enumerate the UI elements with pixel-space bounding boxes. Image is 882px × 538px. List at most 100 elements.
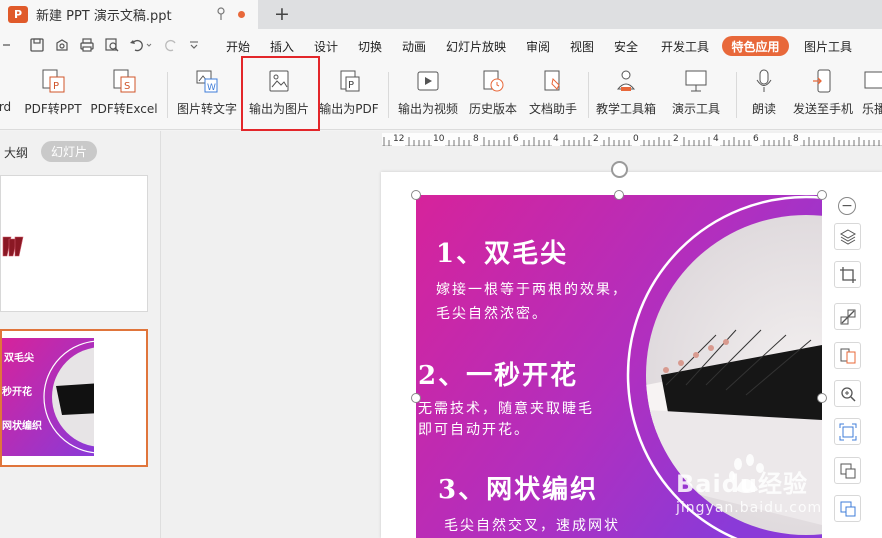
wps-presentation-app: P 新建 PPT 演示文稿.ppt + 开始 插入 设计 切换 动画 幻灯片放映… [0, 0, 882, 538]
resize-handle-left[interactable] [411, 393, 421, 403]
slide-thumbnail-2[interactable]: 双毛尖 秒开花 网状编织 [0, 329, 148, 467]
tab-bar: P 新建 PPT 演示文稿.ppt + [0, 0, 882, 29]
ribbon-partial-label: rd [0, 100, 12, 114]
slide-heading-1[interactable]: 1、双毛尖 [436, 233, 568, 270]
watermark-brand: Baidu经验 [676, 470, 808, 498]
resize-handle-top[interactable] [614, 190, 624, 200]
slide-body-2b[interactable]: 即可自动开花。 [418, 419, 530, 439]
thumb2-line1: 双毛尖 [4, 353, 34, 364]
export-image-highlight-box [241, 56, 320, 131]
cast-icon [862, 66, 882, 96]
pdf-to-excel-button[interactable]: S PDF转Excel [90, 66, 158, 124]
presentation-tools-label: 演示工具 [671, 102, 720, 116]
svg-text:S: S [124, 81, 130, 92]
svg-text:W: W [207, 83, 216, 93]
print-preview-icon[interactable] [104, 37, 120, 53]
presentation-tools-button[interactable]: 演示工具 [666, 66, 726, 124]
ribbon-partial-button[interactable]: rd [0, 66, 16, 124]
pdf-to-excel-label: PDF转Excel [90, 102, 158, 116]
lebo-cast-label: 乐播 [862, 102, 882, 116]
read-aloud-button[interactable]: 朗读 [744, 66, 784, 124]
pdf-to-ppt-icon: P [38, 66, 68, 96]
menu-developer[interactable]: 开发工具 [661, 38, 709, 55]
slide-heading-3[interactable]: 3、网状编织 [438, 469, 598, 506]
image-convert-icon[interactable] [834, 342, 861, 369]
send-to-phone-label: 发送至手机 [792, 102, 853, 116]
outline-tab[interactable]: 大纲 [4, 144, 28, 161]
ribbon-separator [588, 72, 589, 118]
slide-body-2a[interactable]: 无需技术，随意夹取睫毛 [418, 398, 594, 418]
menu-picture-tools[interactable]: 图片工具 [804, 38, 852, 55]
menu-slideshow[interactable]: 幻灯片放映 [446, 38, 506, 55]
customize-toolbar-icon[interactable] [189, 37, 199, 53]
ruler-label: 4 [712, 133, 720, 146]
menu-insert[interactable]: 插入 [270, 38, 294, 55]
menu-home[interactable]: 开始 [226, 38, 250, 55]
unsaved-dot-icon [238, 11, 245, 18]
menu-security[interactable]: 安全 [614, 38, 638, 55]
menu-transitions[interactable]: 切换 [358, 38, 382, 55]
pin-icon[interactable] [217, 7, 225, 21]
pdf-to-excel-icon: S [109, 66, 139, 96]
crop-icon[interactable] [834, 261, 861, 288]
slide-panel: 大纲 幻灯片 双毛尖 秒开花 网状编织 [0, 131, 161, 538]
thumb2-line3: 网状编织 [2, 421, 42, 432]
resize-handle-top-left[interactable] [411, 190, 421, 200]
teaching-toolbox-button[interactable]: 教学工具箱 [594, 66, 658, 124]
menu-collapse-icon[interactable] [2, 37, 10, 53]
export-as-pdf-label: 输出为PDF [319, 102, 379, 116]
horizontal-ruler[interactable]: 12 10 8 6 4 2 0 2 4 6 8 [382, 133, 882, 146]
resize-handle-top-right[interactable] [817, 190, 827, 200]
fit-frame-icon[interactable] [834, 418, 861, 445]
redo-icon[interactable] [163, 37, 179, 53]
watermark-url: jingyan.baidu.com [676, 500, 823, 516]
read-aloud-label: 朗读 [751, 102, 776, 116]
rotate-handle[interactable] [611, 161, 628, 178]
ruler-label: 8 [472, 133, 480, 146]
save-icon[interactable] [29, 37, 45, 53]
menu-design[interactable]: 设计 [314, 38, 338, 55]
export-icon[interactable] [54, 37, 70, 53]
pdf-to-ppt-button[interactable]: P PDF转PPT [22, 66, 84, 124]
history-version-button[interactable]: 历史版本 [466, 66, 520, 124]
menu-view[interactable]: 视图 [570, 38, 594, 55]
export-as-video-icon [413, 66, 443, 96]
menu-special-features[interactable]: 特色应用 [722, 36, 789, 56]
slide-body-3a[interactable]: 毛尖自然交叉，速成网状 [444, 515, 620, 535]
print-icon[interactable] [79, 37, 95, 53]
new-tab-button[interactable]: + [272, 3, 292, 25]
ppt-file-icon: P [8, 6, 28, 23]
layers-icon[interactable] [834, 223, 861, 250]
send-to-phone-button[interactable]: 发送至手机 [790, 66, 856, 124]
lebo-cast-button[interactable]: 乐播 [862, 66, 882, 124]
slide-body-1b[interactable]: 毛尖自然浓密。 [436, 303, 548, 323]
menu-animations[interactable]: 动画 [402, 38, 426, 55]
slides-tab[interactable]: 幻灯片 [41, 141, 97, 162]
microphone-icon [749, 66, 779, 96]
slide-body-1a[interactable]: 嫁接一根等于两根的效果， [436, 279, 628, 299]
image-to-text-button[interactable]: W 图片转文字 [175, 66, 239, 124]
document-assistant-label: 文档助手 [528, 102, 577, 116]
ruler-label: 2 [672, 133, 680, 146]
undo-icon[interactable] [129, 37, 153, 53]
zoom-in-icon[interactable] [834, 380, 861, 407]
slide-thumbnail-1[interactable] [0, 175, 148, 312]
presentation-tools-icon [681, 66, 711, 96]
document-tab-title: 新建 PPT 演示文稿.ppt [36, 9, 172, 24]
thumbnail-1-graphic [2, 236, 24, 257]
document-tab[interactable]: P 新建 PPT 演示文稿.ppt [0, 0, 258, 29]
ruler-label: 12 [392, 133, 406, 146]
ruler-label: 0 [632, 133, 640, 146]
resize-handle-right[interactable] [817, 393, 827, 403]
ruler-label: 2 [592, 133, 600, 146]
history-version-icon [478, 66, 508, 96]
document-assistant-button[interactable]: 文档助手 [526, 66, 580, 124]
menu-bar: 开始 插入 设计 切换 动画 幻灯片放映 审阅 视图 安全 开发工具 特色应用 … [0, 29, 882, 62]
image-to-text-label: 图片转文字 [176, 102, 237, 116]
export-as-video-button[interactable]: 输出为视频 [396, 66, 460, 124]
menu-review[interactable]: 审阅 [526, 38, 550, 55]
thumb2-line2: 秒开花 [2, 387, 32, 398]
image-effect-icon[interactable] [834, 303, 861, 330]
export-as-pdf-button[interactable]: P 输出为PDF [318, 66, 380, 124]
slide-heading-2[interactable]: 2、一秒开花 [418, 355, 578, 392]
